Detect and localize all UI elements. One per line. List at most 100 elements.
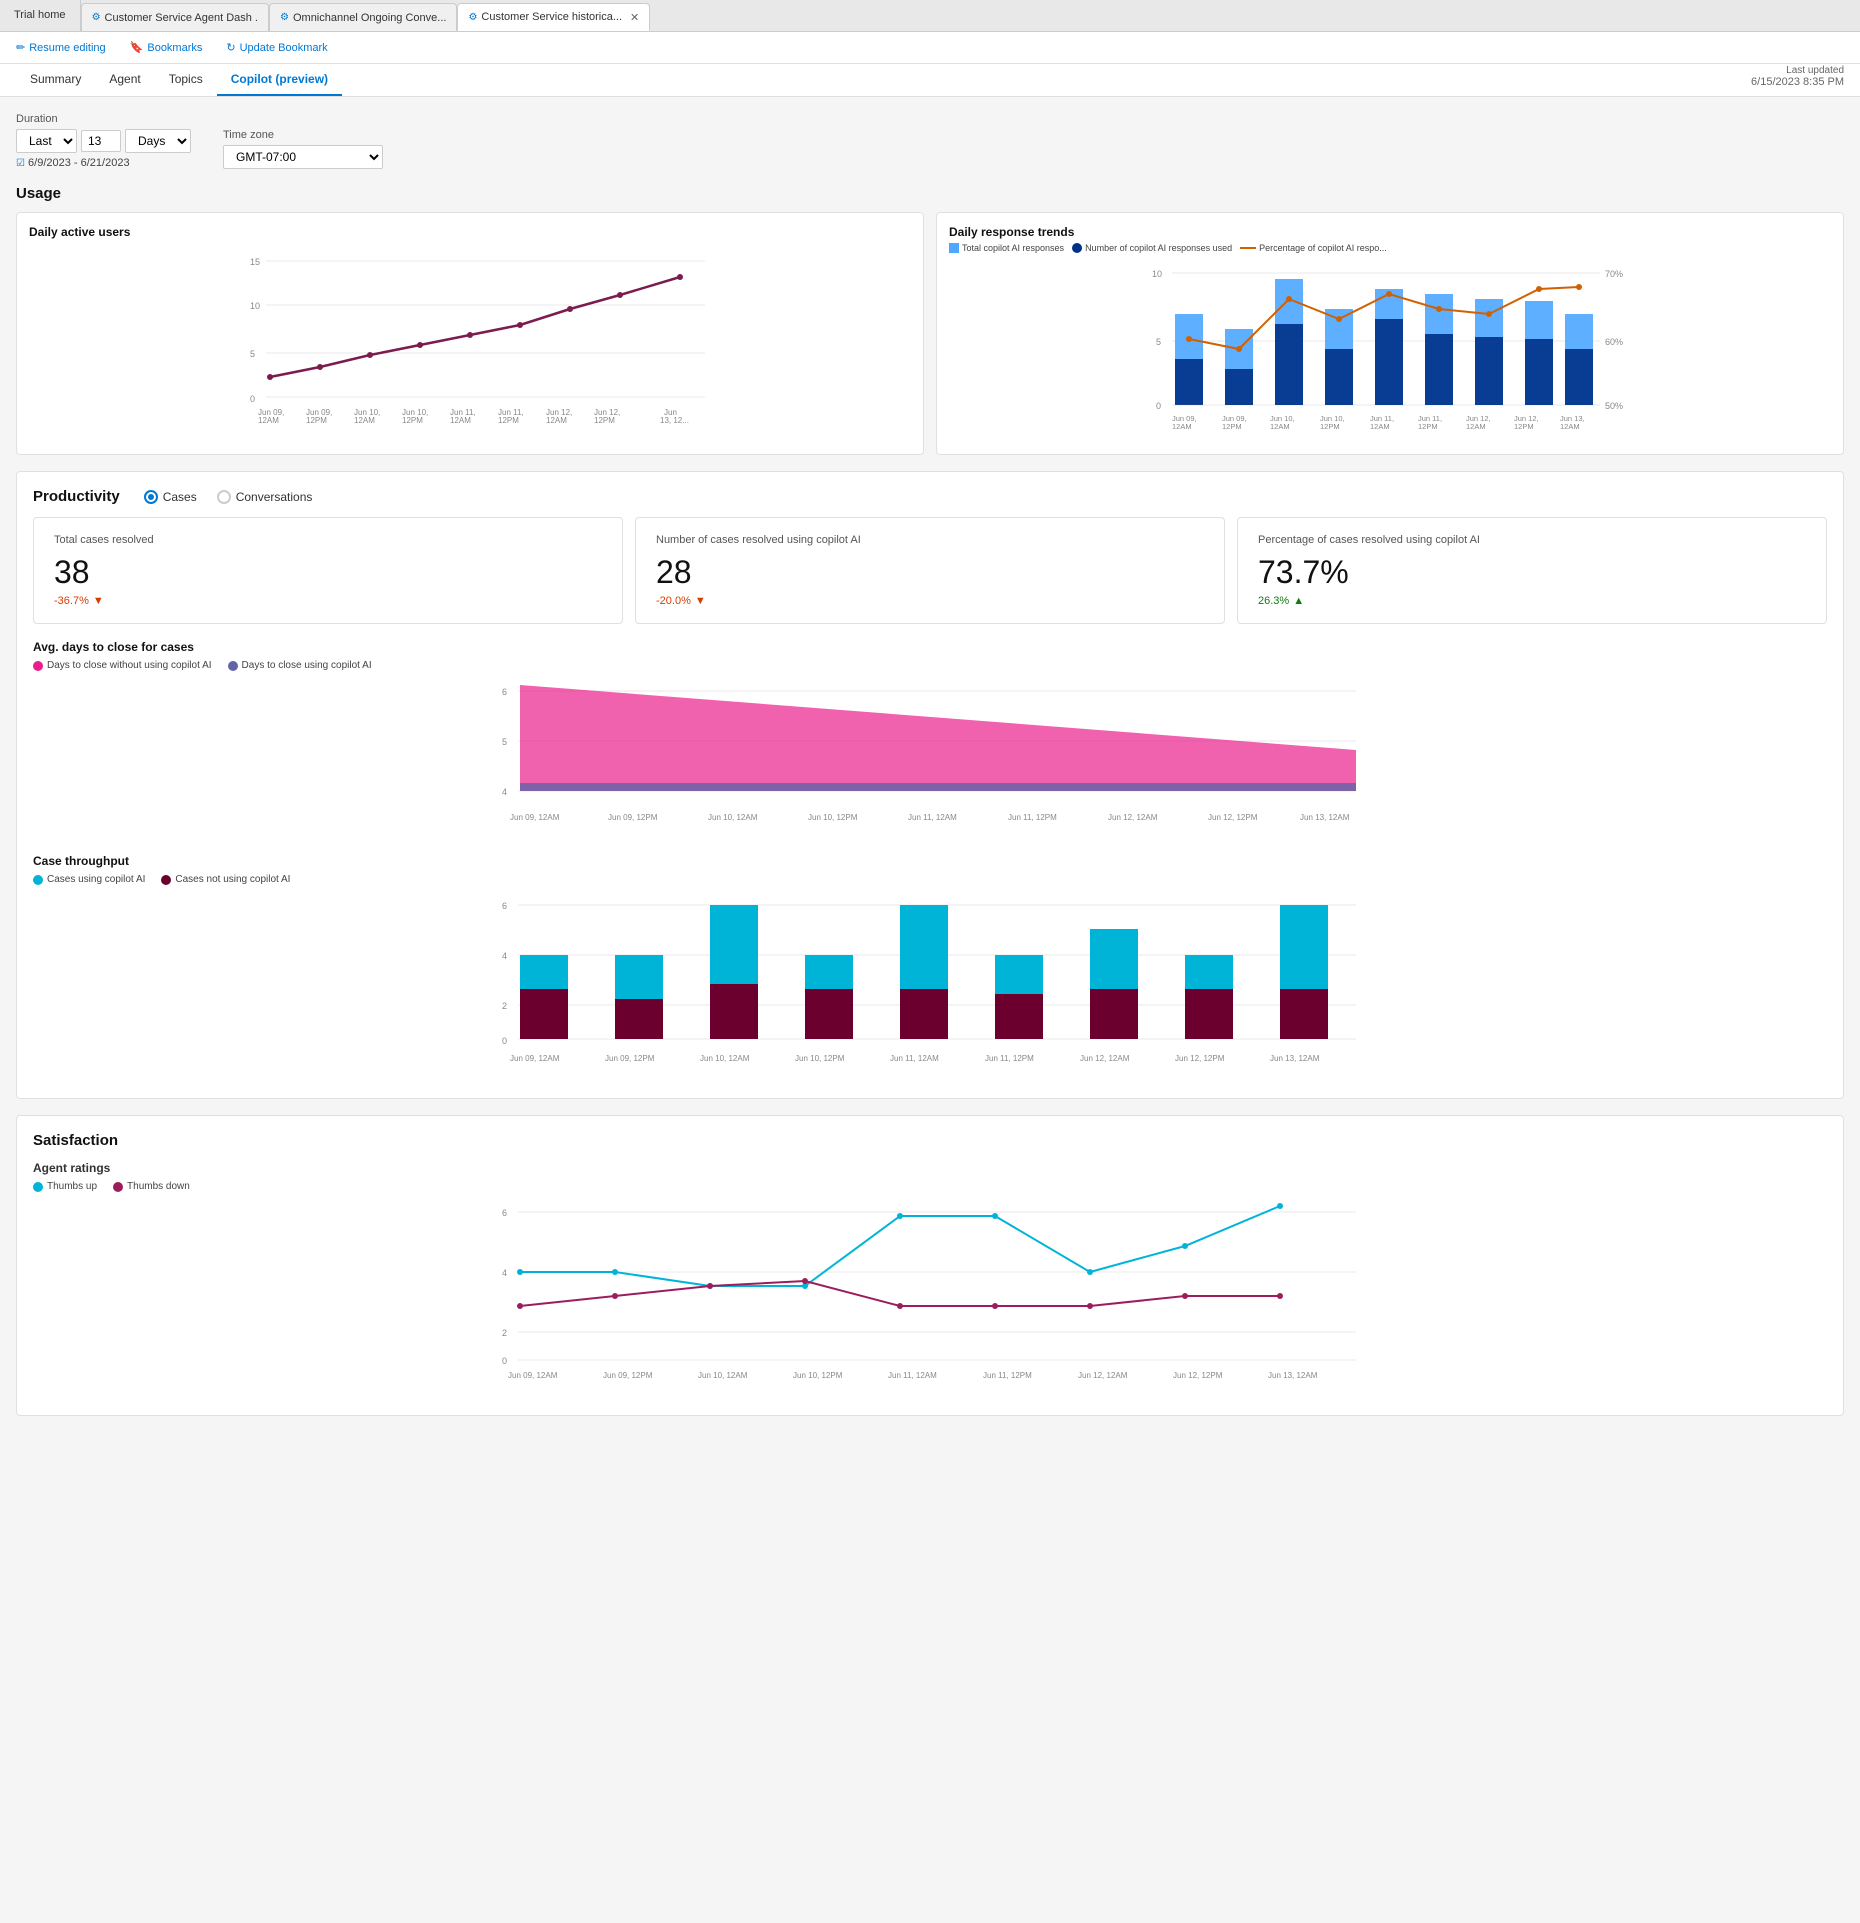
legend-used: Number of copilot AI responses used (1072, 243, 1232, 253)
svg-text:12PM: 12PM (1418, 422, 1438, 431)
tab-label-omni: Omnichannel Ongoing Conve... (293, 12, 446, 24)
refresh-icon: ↻ (226, 41, 235, 54)
svg-text:Jun 11, 12PM: Jun 11, 12PM (983, 1371, 1032, 1380)
svg-text:15: 15 (250, 257, 260, 267)
agent-ratings-legend: Thumbs up Thumbs down (33, 1181, 1827, 1192)
browser-home-tab[interactable]: Trial home (0, 0, 81, 31)
last-updated: Last updated 6/15/2023 8:35 PM (1751, 65, 1844, 96)
svg-text:Jun 10, 12AM: Jun 10, 12AM (700, 1054, 750, 1063)
duration-input[interactable] (81, 130, 121, 152)
svg-text:5: 5 (1156, 337, 1161, 347)
down-arrow-1: ▼ (695, 595, 706, 607)
tab-icon-omni: ⚙ (280, 12, 289, 23)
tab-summary[interactable]: Summary (16, 64, 95, 96)
home-tab-label: Trial home (14, 9, 66, 21)
satisfaction-title: Satisfaction (33, 1132, 1827, 1149)
tab-agent[interactable]: Agent (95, 64, 154, 96)
avg-days-chart-section: Avg. days to close for cases Days to clo… (33, 640, 1827, 838)
metric-label-2: Percentage of cases resolved using copil… (1258, 534, 1806, 546)
svg-text:4: 4 (502, 1268, 507, 1278)
svg-text:4: 4 (502, 787, 507, 797)
svg-text:12PM: 12PM (306, 416, 327, 425)
svg-text:12PM: 12PM (1514, 422, 1534, 431)
svg-text:Jun 09, 12AM: Jun 09, 12AM (510, 1054, 560, 1063)
daily-response-trends-title: Daily response trends (949, 225, 1831, 239)
svg-text:6: 6 (502, 901, 507, 911)
svg-text:12AM: 12AM (546, 416, 567, 425)
svg-text:12AM: 12AM (450, 416, 471, 425)
bookmarks-button[interactable]: 🔖 Bookmarks (126, 39, 207, 56)
svg-text:12PM: 12PM (498, 416, 519, 425)
response-trends-chart: 10 5 0 70% 60% 50% (949, 259, 1831, 439)
usage-section-title: Usage (16, 185, 1844, 202)
svg-text:5: 5 (250, 349, 255, 359)
svg-text:60%: 60% (1605, 337, 1623, 347)
usage-charts-row: Daily active users 15 10 5 0 (16, 212, 1844, 455)
avg-days-chart: 6 5 4 Jun 09, 12AM Jun 09, 12PM Jun 10, … (33, 675, 1827, 835)
timezone-select[interactable]: GMT-07:00 (223, 145, 383, 169)
days-select[interactable]: Days (125, 129, 191, 153)
daily-active-users-chart: 15 10 5 0 (29, 247, 911, 427)
metric-value-0: 38 (54, 554, 602, 591)
agent-ratings-title: Agent ratings (33, 1161, 1827, 1175)
cases-radio[interactable]: Cases (144, 490, 197, 504)
metric-change-2: 26.3% ▲ (1258, 595, 1806, 607)
case-throughput-section: Case throughput Cases using copilot AI C… (33, 854, 1827, 1082)
tab-omni[interactable]: ⚙ Omnichannel Ongoing Conve... (269, 3, 457, 31)
resume-editing-button[interactable]: ✏ Resume editing (12, 39, 110, 56)
tab-label-dash: Customer Service Agent Dash . (105, 12, 258, 24)
page-content: Duration Last Days ☑ 6/9/2023 - 6/21/202… (0, 97, 1860, 1448)
metric-label-0: Total cases resolved (54, 534, 602, 546)
svg-text:0: 0 (502, 1356, 507, 1366)
tab-dash[interactable]: ⚙ Customer Service Agent Dash . (81, 3, 269, 31)
avg-days-legend: Days to close without using copilot AI D… (33, 660, 1827, 671)
last-select[interactable]: Last (16, 129, 77, 153)
metric-change-1: -20.0% ▼ (656, 595, 1204, 607)
metric-copilot-cases: Number of cases resolved using copilot A… (635, 517, 1225, 624)
update-bookmark-button[interactable]: ↻ Update Bookmark (222, 39, 331, 56)
down-arrow-0: ▼ (93, 595, 104, 607)
tab-copilot[interactable]: Copilot (preview) (217, 64, 342, 96)
svg-text:12AM: 12AM (1466, 422, 1486, 431)
svg-text:Jun 09, 12PM: Jun 09, 12PM (608, 813, 658, 822)
legend-percent: Percentage of copilot AI respo... (1240, 243, 1387, 253)
tab-topics[interactable]: Topics (155, 64, 217, 96)
svg-text:12AM: 12AM (1370, 422, 1390, 431)
svg-text:0: 0 (502, 1036, 507, 1046)
conversations-radio[interactable]: Conversations (217, 490, 313, 504)
daily-active-users-title: Daily active users (29, 225, 911, 239)
svg-text:12PM: 12PM (1320, 422, 1340, 431)
svg-text:12PM: 12PM (402, 416, 423, 425)
svg-text:Jun 11, 12PM: Jun 11, 12PM (1008, 813, 1057, 822)
svg-text:Jun 12, 12PM: Jun 12, 12PM (1173, 1371, 1223, 1380)
duration-filter: Duration Last Days ☑ 6/9/2023 - 6/21/202… (16, 113, 191, 169)
metric-value-1: 28 (656, 554, 1204, 591)
tab-icon-dash: ⚙ (92, 12, 101, 23)
svg-text:Jun 12, 12PM: Jun 12, 12PM (1208, 813, 1258, 822)
case-throughput-title: Case throughput (33, 854, 1827, 868)
metric-pct-copilot: Percentage of cases resolved using copil… (1237, 517, 1827, 624)
svg-text:Jun 11, 12PM: Jun 11, 12PM (985, 1054, 1034, 1063)
toolbar: ✏ Resume editing 🔖 Bookmarks ↻ Update Bo… (0, 32, 1860, 64)
tab-close-hist[interactable]: ✕ (630, 11, 639, 24)
svg-text:Jun 11, 12AM: Jun 11, 12AM (890, 1054, 939, 1063)
svg-text:Jun 13, 12AM: Jun 13, 12AM (1268, 1371, 1318, 1380)
satisfaction-section: Satisfaction Agent ratings Thumbs up Thu… (16, 1115, 1844, 1416)
svg-text:12PM: 12PM (1222, 422, 1242, 431)
metric-value-2: 73.7% (1258, 554, 1806, 591)
svg-text:2: 2 (502, 1328, 507, 1338)
svg-text:Jun 11, 12AM: Jun 11, 12AM (908, 813, 957, 822)
case-throughput-chart: 6 4 2 0 (33, 889, 1827, 1079)
productivity-title: Productivity (33, 488, 120, 505)
daily-response-trends-card: Daily response trends Total copilot AI r… (936, 212, 1844, 455)
svg-text:Jun 13, 12AM: Jun 13, 12AM (1270, 1054, 1320, 1063)
response-trends-legend: Total copilot AI responses Number of cop… (949, 243, 1831, 253)
svg-text:6: 6 (502, 687, 507, 697)
metric-change-0: -36.7% ▼ (54, 595, 602, 607)
svg-text:Jun 10, 12PM: Jun 10, 12PM (808, 813, 858, 822)
svg-text:12AM: 12AM (1172, 422, 1192, 431)
svg-text:Jun 12, 12PM: Jun 12, 12PM (1175, 1054, 1225, 1063)
tab-hist[interactable]: ⚙ Customer Service historica... ✕ (457, 3, 650, 31)
svg-text:10: 10 (1152, 269, 1162, 279)
svg-text:12AM: 12AM (1270, 422, 1290, 431)
